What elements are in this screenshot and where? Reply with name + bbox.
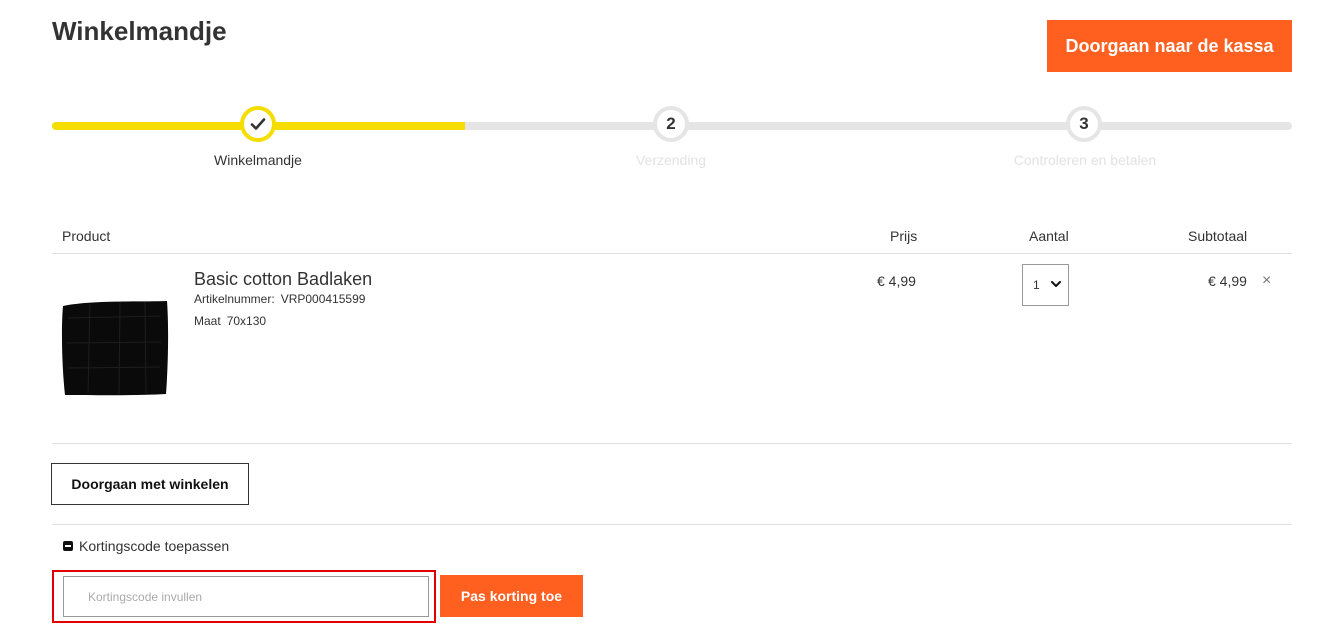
size-row: Maat 70x130 xyxy=(194,314,266,328)
step-1-label: Winkelmandje xyxy=(214,152,302,168)
header-subtotal: Subtotaal xyxy=(1188,228,1248,244)
check-icon xyxy=(250,118,266,130)
coupon-code-input[interactable] xyxy=(63,576,429,617)
header-quantity: Aantal xyxy=(1029,228,1069,244)
product-name[interactable]: Basic cotton Badlaken xyxy=(194,269,372,290)
header-price: Prijs xyxy=(890,228,918,244)
item-subtotal: € 4,99 xyxy=(1208,273,1247,289)
divider xyxy=(52,524,1292,525)
quantity-select[interactable]: 1 xyxy=(1022,264,1069,306)
sku-row: Artikelnummer: VRP000415599 xyxy=(194,292,365,306)
coupon-toggle-label: Kortingscode toepassen xyxy=(79,538,230,554)
coupon-input-highlight xyxy=(52,570,436,623)
cart-table-header: Product Prijs Aantal Subtotaal xyxy=(52,222,1292,254)
divider xyxy=(52,443,1292,444)
sku-label: Artikelnummer: xyxy=(194,292,275,306)
size-label: Maat xyxy=(194,314,221,328)
header-product: Product xyxy=(62,228,111,244)
step-2-label: Verzending xyxy=(635,152,707,168)
checkout-progress: Winkelmandje 2 Verzending 3 Controleren … xyxy=(52,100,1292,180)
step-3-circle: 3 xyxy=(1066,106,1102,142)
size-value: 70x130 xyxy=(226,314,267,328)
page-title: Winkelmandje xyxy=(52,16,227,46)
coupon-toggle[interactable]: Kortingscode toepassen xyxy=(63,538,229,554)
chevron-down-icon xyxy=(1051,281,1061,287)
step-1-circle xyxy=(240,106,276,142)
item-price: € 4,99 xyxy=(877,273,916,289)
quantity-value: 1 xyxy=(1033,278,1040,292)
continue-shopping-button[interactable]: Doorgaan met winkelen xyxy=(51,463,249,505)
sku-value: VRP000415599 xyxy=(280,292,366,306)
checkout-button[interactable]: Doorgaan naar de kassa xyxy=(1047,20,1292,72)
close-icon[interactable]: × xyxy=(1262,272,1271,290)
apply-coupon-button[interactable]: Pas korting toe xyxy=(440,575,583,617)
minus-icon xyxy=(63,541,73,551)
step-2-circle: 2 xyxy=(653,106,689,142)
product-image[interactable] xyxy=(60,298,170,396)
step-3-label: Controleren en betalen xyxy=(1013,152,1157,168)
